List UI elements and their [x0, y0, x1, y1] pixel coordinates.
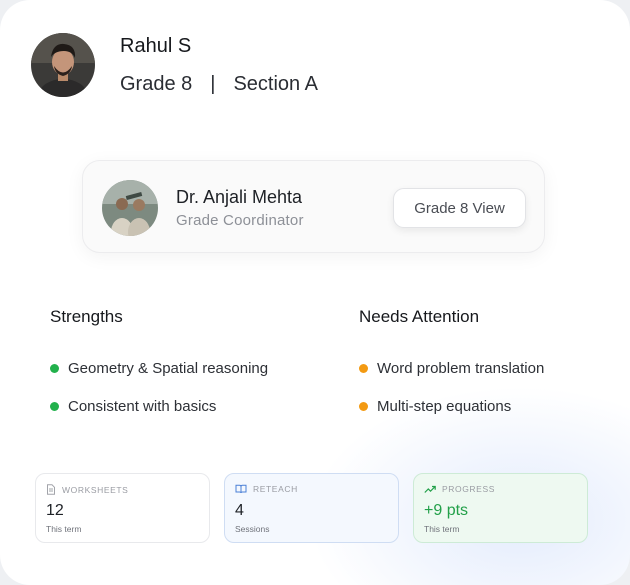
stat-value: +9 pts [424, 502, 469, 519]
progress-stat-card: PROGRESS +9 pts This term [413, 473, 588, 543]
trend-up-icon [424, 485, 436, 493]
student-grade: Grade 8 [120, 73, 193, 95]
stat-sub: Sessions [235, 524, 270, 534]
stat-label: WORKSHEETS [62, 484, 129, 495]
student-summary-card: Rahul S Grade 8 | Section A Dr. Anjali M… [0, 0, 630, 585]
student-avatar [31, 33, 95, 97]
coordinator-name: Dr. Anjali Mehta [176, 187, 303, 207]
coordinator-avatar [102, 180, 158, 236]
strength-item: Consistent with basics [50, 398, 216, 415]
needs-attention-title: Needs Attention [359, 307, 480, 326]
stat-sub: This term [46, 524, 82, 534]
attention-item: Multi-step equations [359, 398, 511, 415]
student-section: Section A [233, 73, 318, 95]
stat-header: PROGRESS [424, 484, 495, 494]
attention-item-label: Word problem translation [377, 360, 545, 377]
attention-item: Word problem translation [359, 360, 544, 377]
grade-view-button[interactable]: Grade 8 View [393, 188, 526, 228]
student-meta: Grade 8 | Section A [120, 73, 318, 96]
student-name: Rahul S [120, 35, 192, 57]
green-dot-icon [50, 402, 59, 411]
orange-dot-icon [359, 402, 368, 411]
orange-dot-icon [359, 364, 368, 373]
strength-item-label: Consistent with basics [68, 398, 217, 415]
stat-value: 4 [235, 502, 244, 519]
stat-label: RETEACH [253, 484, 298, 494]
strength-item: Geometry & Spatial reasoning [50, 360, 268, 377]
green-dot-icon [50, 364, 59, 373]
stat-header: RETEACH [235, 484, 298, 494]
coordinator-card: Dr. Anjali Mehta Grade Coordinator Grade… [82, 160, 545, 253]
attention-item-label: Multi-step equations [377, 398, 512, 415]
meta-separator: | [210, 73, 216, 95]
reteach-stat-card: RETEACH 4 Sessions [224, 473, 399, 543]
book-icon [235, 484, 247, 494]
worksheets-stat-card: WORKSHEETS 12 This term [35, 473, 210, 543]
strengths-title: Strengths [50, 307, 123, 326]
stat-sub: This term [424, 524, 460, 534]
strength-item-label: Geometry & Spatial reasoning [68, 360, 269, 377]
stat-value: 12 [46, 502, 64, 519]
stat-header: WORKSHEETS [46, 484, 128, 495]
coordinator-role: Grade Coordinator [176, 212, 304, 229]
stat-label: PROGRESS [442, 484, 495, 494]
document-icon [47, 484, 55, 495]
